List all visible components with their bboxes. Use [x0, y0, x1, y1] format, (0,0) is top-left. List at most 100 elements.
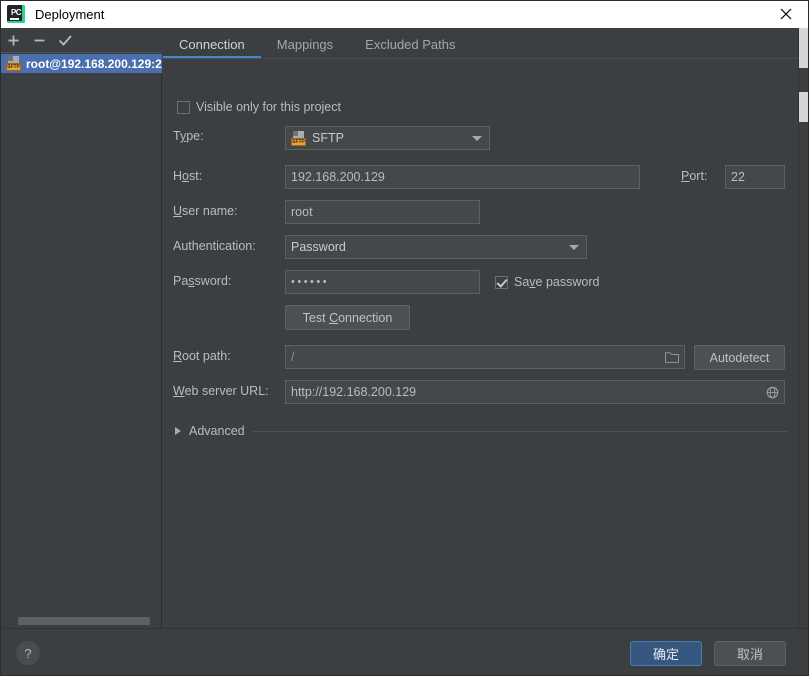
pycharm-icon-bar [10, 18, 19, 20]
add-server-button[interactable] [0, 28, 26, 52]
type-select-value: SFTP [312, 131, 344, 145]
authentication-label-text: Authentication: [173, 239, 256, 253]
server-list-sidebar: SFTP root@192.168.200.129:2 [0, 28, 162, 628]
tab-mappings-label: Mappings [276, 36, 334, 52]
sidebar-horizontal-scrollbar[interactable] [0, 614, 161, 628]
chevron-right-icon [175, 427, 181, 435]
host-label-mnemonic: o [182, 169, 189, 183]
root-path-input[interactable]: / [285, 345, 685, 369]
host-label-pre: H [173, 169, 183, 183]
pycharm-icon: PC [7, 5, 25, 23]
password-input-value: •••••• [291, 276, 330, 288]
visible-only-checkbox-label: Visible only for this project [196, 100, 341, 114]
save-password-label-pre: Sa [514, 275, 530, 289]
tab-connection[interactable]: Connection [163, 29, 261, 59]
close-icon[interactable] [763, 0, 809, 28]
set-default-server-button[interactable] [52, 28, 78, 52]
username-label-post: ser name: [182, 204, 238, 218]
test-connection-label-mnemonic: C [329, 310, 339, 325]
chevron-down-icon [569, 245, 579, 250]
list-item-label: root@192.168.200.129:2 [26, 56, 162, 71]
web-server-url-label-post: eb server URL: [184, 384, 269, 398]
tab-excluded-paths-label: Excluded Paths [365, 36, 456, 52]
authentication-label: Authentication: [173, 239, 256, 253]
server-list: SFTP root@192.168.200.129:2 [0, 54, 162, 644]
test-connection-label-pre: Test [302, 310, 330, 325]
password-label-post: sword: [194, 274, 232, 288]
type-select-sftp-icon: SFTP [291, 130, 307, 146]
type-select-badge: SFTP [291, 137, 306, 146]
vertical-scrollbar-thumb-lower[interactable] [799, 92, 808, 122]
type-label-pre: T [173, 129, 180, 143]
title-bar: PC Deployment [0, 0, 809, 28]
sftp-icon: SFTP [6, 56, 22, 71]
connection-pane: Connection Mappings Excluded Paths Visib… [163, 28, 798, 628]
type-label-post: pe: [186, 129, 204, 143]
port-input-value: 22 [731, 170, 745, 184]
port-label: Port: [681, 169, 707, 183]
root-path-label-mnemonic: R [173, 349, 183, 363]
sidebar-toolbar [0, 28, 162, 53]
root-path-input-value: / [291, 350, 295, 364]
root-path-label: Root path: [173, 349, 231, 363]
vertical-scrollbar[interactable] [798, 28, 809, 628]
username-input[interactable]: root [285, 200, 480, 224]
password-label: Password: [173, 274, 231, 288]
cancel-button[interactable]: 取消 [714, 641, 786, 666]
vertical-scrollbar-thumb-upper[interactable] [799, 28, 808, 68]
save-password-label-post: e password [535, 275, 600, 289]
port-label-post: ort: [689, 169, 708, 183]
save-password-checkbox-box [495, 275, 508, 289]
chevron-down-icon [472, 136, 482, 141]
password-label-pre: Pa [173, 274, 189, 288]
tab-excluded-paths[interactable]: Excluded Paths [349, 29, 471, 59]
type-label: Type: [173, 129, 204, 143]
username-input-value: root [291, 205, 313, 219]
username-label-mnemonic: U [173, 204, 183, 218]
visible-only-checkbox-box [177, 100, 190, 114]
sftp-icon-badge: SFTP [6, 63, 21, 71]
web-server-url-label: Web server URL: [173, 384, 269, 398]
username-label: User name: [173, 204, 238, 218]
host-input-value: 192.168.200.129 [291, 170, 385, 184]
advanced-section-toggle[interactable]: Advanced [175, 424, 787, 438]
autodetect-button[interactable]: Autodetect [694, 345, 785, 370]
tab-mappings[interactable]: Mappings [261, 29, 349, 59]
folder-icon[interactable] [665, 351, 679, 363]
globe-icon[interactable] [766, 386, 779, 399]
authentication-select-value: Password [291, 240, 346, 254]
connection-form: Visible only for this project Type: SFTP… [163, 66, 798, 626]
check-icon [58, 34, 72, 46]
tab-connection-label: Connection [179, 36, 245, 52]
minus-icon [34, 39, 44, 41]
dialog-body: SFTP root@192.168.200.129:2 Connection M… [0, 28, 809, 628]
save-password-checkbox[interactable]: Save password [495, 275, 599, 289]
remove-server-button[interactable] [26, 28, 52, 52]
visible-only-checkbox[interactable]: Visible only for this project [177, 100, 341, 114]
host-label: Host: [173, 169, 202, 183]
password-input[interactable]: •••••• [285, 270, 480, 294]
advanced-section-divider [252, 430, 787, 432]
type-select[interactable]: SFTP SFTP [285, 126, 490, 150]
help-button[interactable]: ? [16, 641, 40, 665]
port-input[interactable]: 22 [725, 165, 785, 189]
test-connection-label-post: onnection [338, 310, 393, 325]
list-item[interactable]: SFTP root@192.168.200.129:2 [0, 54, 162, 73]
ok-button[interactable]: 确定 [630, 641, 702, 666]
web-server-url-input[interactable]: http://192.168.200.129 [285, 380, 785, 404]
web-server-url-input-value: http://192.168.200.129 [291, 385, 417, 399]
tab-bar: Connection Mappings Excluded Paths [163, 28, 798, 59]
host-label-post: st: [188, 169, 203, 183]
web-server-url-label-mnemonic: W [173, 384, 185, 398]
host-input[interactable]: 192.168.200.129 [285, 165, 640, 189]
authentication-select[interactable]: Password [285, 235, 587, 259]
test-connection-button[interactable]: Test Connection [285, 305, 410, 330]
pycharm-icon-edge-bottom [7, 21, 25, 23]
autodetect-button-label: Autodetect [709, 350, 770, 365]
root-path-label-post: oot path: [182, 349, 231, 363]
window-title: Deployment [35, 6, 105, 22]
tab-bar-divider [163, 58, 798, 59]
pycharm-icon-text: PC [10, 7, 22, 17]
sidebar-scrollbar-thumb[interactable] [18, 617, 150, 625]
advanced-section-label: Advanced [189, 424, 245, 438]
